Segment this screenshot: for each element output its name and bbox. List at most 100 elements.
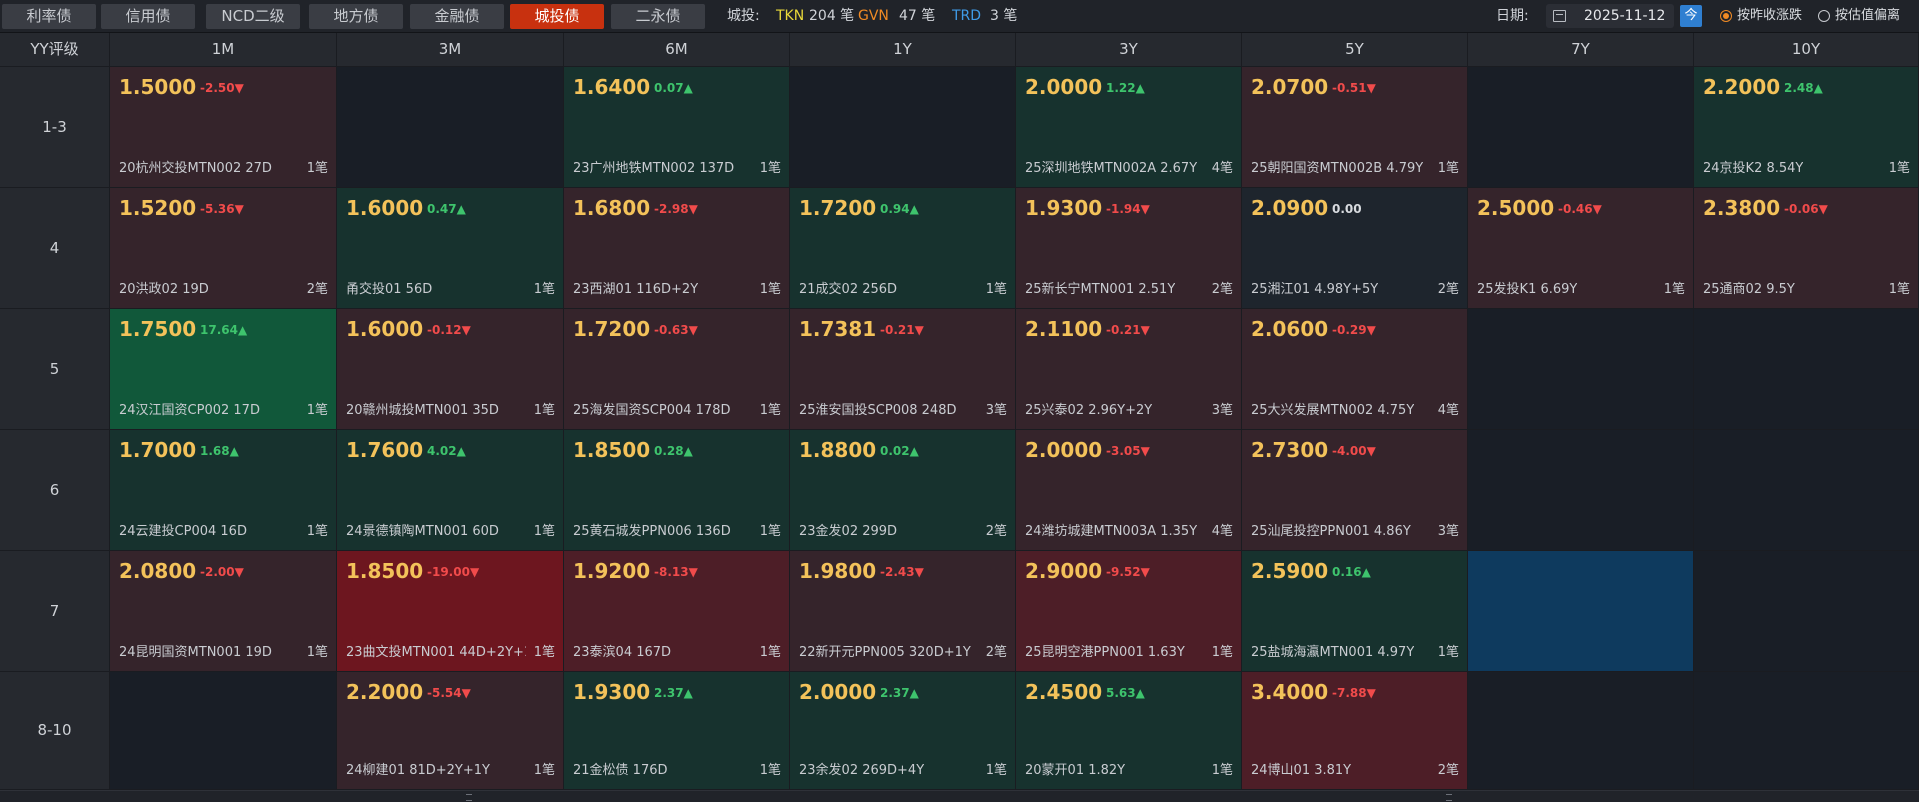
yield-value: 1.5200 bbox=[119, 196, 197, 220]
tab-rate-bonds[interactable]: 利率债 bbox=[2, 4, 96, 29]
trade-count: 2笔 bbox=[985, 641, 1007, 660]
quote-cell[interactable]: 2.5900 0.16▲ 25盐城海瀛MTN001 4.97Y 1笔 bbox=[1242, 551, 1467, 671]
quote-cell[interactable]: 2.0000 -3.05▼ 24潍坊城建MTN003A 1.35Y 4笔 bbox=[1016, 430, 1241, 550]
tab-financial-bonds[interactable]: 金融债 bbox=[410, 4, 504, 29]
quote-cell[interactable]: 1.6800 -2.98▼ 23西湖01 116D+2Y 1笔 bbox=[564, 188, 789, 308]
tab-perpetual-bonds[interactable]: 二永债 bbox=[611, 4, 705, 29]
change-value: -0.06▼ bbox=[1784, 202, 1828, 216]
trade-count: 1笔 bbox=[985, 278, 1007, 297]
bond-name: 25发投K1 6.69Y bbox=[1477, 282, 1578, 297]
quote-cell[interactable]: 2.0900 0.00 25湘江01 4.98Y+5Y 2笔 bbox=[1242, 188, 1467, 308]
bond-name: 20赣州城投MTN001 35D bbox=[346, 403, 499, 418]
quote-cell[interactable]: 2.0000 1.22▲ 25深圳地铁MTN002A 2.67Y 4笔 bbox=[1016, 67, 1241, 187]
quote-cell[interactable]: 1.7600 4.02▲ 24景德镇陶MTN001 60D 1笔 bbox=[337, 430, 563, 550]
quote-cell[interactable]: 2.9000 -9.52▼ 25昆明空港PPN001 1.63Y 1笔 bbox=[1016, 551, 1241, 671]
quote-cell[interactable]: 2.0700 -0.51▼ 25朝阳国资MTN002B 4.79Y 1笔 bbox=[1242, 67, 1467, 187]
splitter-grip-right[interactable] bbox=[1446, 794, 1452, 801]
quote-cell[interactable]: 3.4000 -7.88▼ 24博山01 3.81Y 2笔 bbox=[1242, 672, 1467, 789]
tab-lgfv-bonds[interactable]: 城投债 bbox=[510, 4, 604, 29]
quote-cell[interactable]: 2.2000 -5.54▼ 24柳建01 81D+2Y+1Y 1笔 bbox=[337, 672, 563, 789]
quote-cell[interactable]: 1.7000 1.68▲ 24云建投CP004 16D 1笔 bbox=[110, 430, 336, 550]
empty-cell[interactable] bbox=[1468, 67, 1693, 187]
column-header-3m[interactable]: 3M bbox=[337, 33, 563, 66]
empty-cell[interactable] bbox=[1468, 309, 1693, 429]
radio-valuation-deviation-label[interactable]: 按估值偏离 bbox=[1835, 0, 1900, 32]
quote-cell[interactable]: 1.8500 -19.00▼ 23曲文投MTN001 44D+2Y+1Y 1笔 bbox=[337, 551, 563, 671]
splitter-grip-left[interactable] bbox=[466, 794, 472, 801]
trade-count: 1笔 bbox=[306, 157, 328, 176]
change-value: -5.54▼ bbox=[427, 686, 471, 700]
quote-cell[interactable]: 1.6000 -0.12▼ 20赣州城投MTN001 35D 1笔 bbox=[337, 309, 563, 429]
quote-cell[interactable]: 1.8500 0.28▲ 25黄石城发PPN006 136D 1笔 bbox=[564, 430, 789, 550]
column-header-1y[interactable]: 1Y bbox=[790, 33, 1015, 66]
today-button[interactable]: 今 bbox=[1680, 5, 1702, 27]
tab-ncd-secondary[interactable]: NCD二级 bbox=[206, 4, 300, 29]
quote-cell[interactable]: 1.7200 0.94▲ 21成交02 256D 1笔 bbox=[790, 188, 1015, 308]
radio-prev-close-label[interactable]: 按昨收涨跌 bbox=[1737, 0, 1802, 32]
trade-count: 3笔 bbox=[1211, 399, 1233, 418]
empty-cell[interactable] bbox=[1694, 551, 1918, 671]
quote-cell[interactable]: 1.5000 -2.50▼ 20杭州交投MTN002 27D 1笔 bbox=[110, 67, 336, 187]
quote-cell[interactable]: 1.6400 0.07▲ 23广州地铁MTN002 137D 1笔 bbox=[564, 67, 789, 187]
quote-cell[interactable]: 1.7381 -0.21▼ 25淮安国投SCP008 248D 3笔 bbox=[790, 309, 1015, 429]
quote-cell[interactable]: 1.5200 -5.36▼ 20洪政02 19D 2笔 bbox=[110, 188, 336, 308]
quote-cell[interactable]: 1.9300 2.37▲ 21金松债 176D 1笔 bbox=[564, 672, 789, 789]
quote-cell[interactable]: 1.9300 -1.94▼ 25新长宁MTN001 2.51Y 2笔 bbox=[1016, 188, 1241, 308]
radio-valuation-deviation[interactable] bbox=[1818, 10, 1830, 22]
quote-cell[interactable]: 2.0000 2.37▲ 23余发02 269D+4Y 1笔 bbox=[790, 672, 1015, 789]
empty-cell[interactable] bbox=[337, 67, 563, 187]
quote-cell[interactable]: 2.5000 -0.46▼ 25发投K1 6.69Y 1笔 bbox=[1468, 188, 1693, 308]
quote-cell[interactable]: 2.4500 5.63▲ 20蒙开01 1.82Y 1笔 bbox=[1016, 672, 1241, 789]
bond-name: 24柳建01 81D+2Y+1Y bbox=[346, 763, 490, 778]
tab-credit-bonds[interactable]: 信用债 bbox=[101, 4, 195, 29]
quote-cell[interactable]: 2.3800 -0.06▼ 25通商02 9.5Y 1笔 bbox=[1694, 188, 1918, 308]
row-header-2: 5 bbox=[0, 309, 109, 429]
change-value: -7.88▼ bbox=[1332, 686, 1376, 700]
trade-count: 2笔 bbox=[1211, 278, 1233, 297]
change-value: -0.21▼ bbox=[880, 323, 924, 337]
empty-cell[interactable] bbox=[1694, 430, 1918, 550]
column-header-3y[interactable]: 3Y bbox=[1016, 33, 1241, 66]
empty-cell[interactable] bbox=[790, 67, 1015, 187]
empty-cell[interactable] bbox=[1468, 551, 1693, 671]
quote-cell[interactable]: 1.7500 17.64▲ 24汉江国资CP002 17D 1笔 bbox=[110, 309, 336, 429]
quote-cell[interactable]: 1.9800 -2.43▼ 22新开元PPN005 320D+1Y 2笔 bbox=[790, 551, 1015, 671]
row-header-0: 1-3 bbox=[0, 67, 109, 187]
empty-cell[interactable] bbox=[110, 672, 336, 789]
trade-count: 1笔 bbox=[1663, 278, 1685, 297]
change-value: -5.36▼ bbox=[200, 202, 244, 216]
quote-cell[interactable]: 1.9200 -8.13▼ 23泰滨04 167D 1笔 bbox=[564, 551, 789, 671]
quote-cell[interactable]: 2.2000 2.48▲ 24京投K2 8.54Y 1笔 bbox=[1694, 67, 1918, 187]
quote-cell[interactable]: 1.8800 0.02▲ 23金发02 299D 2笔 bbox=[790, 430, 1015, 550]
yield-value: 1.8500 bbox=[346, 559, 424, 583]
empty-cell[interactable] bbox=[1694, 672, 1918, 789]
bond-name: 20洪政02 19D bbox=[119, 282, 209, 297]
column-header-10y[interactable]: 10Y bbox=[1694, 33, 1918, 66]
bottom-scroll-area bbox=[0, 790, 1919, 802]
column-header-6m[interactable]: 6M bbox=[564, 33, 789, 66]
quote-cell[interactable]: 2.0600 -0.29▼ 25大兴发展MTN002 4.75Y 4笔 bbox=[1242, 309, 1467, 429]
bond-name: 甬交投01 56D bbox=[346, 282, 433, 297]
column-header-7y[interactable]: 7Y bbox=[1468, 33, 1693, 66]
tab-local-govt-bonds[interactable]: 地方债 bbox=[309, 4, 403, 29]
bond-name: 21成交02 256D bbox=[799, 282, 898, 297]
change-value: -0.63▼ bbox=[654, 323, 698, 337]
radio-prev-close[interactable] bbox=[1720, 10, 1732, 22]
bond-name: 24京投K2 8.54Y bbox=[1703, 161, 1804, 176]
bond-name: 24景德镇陶MTN001 60D bbox=[346, 524, 499, 539]
yield-value: 1.7200 bbox=[573, 317, 651, 341]
column-header-1m[interactable]: 1M bbox=[110, 33, 336, 66]
date-picker[interactable]: 2025-11-12 bbox=[1546, 4, 1674, 28]
quote-cell[interactable]: 1.7200 -0.63▼ 25海发国资SCP004 178D 1笔 bbox=[564, 309, 789, 429]
trd-label: TRD bbox=[952, 8, 982, 24]
column-header-5y[interactable]: 5Y bbox=[1242, 33, 1467, 66]
yield-value: 1.7200 bbox=[799, 196, 877, 220]
quote-cell[interactable]: 1.6000 0.47▲ 甬交投01 56D 1笔 bbox=[337, 188, 563, 308]
empty-cell[interactable] bbox=[1468, 672, 1693, 789]
empty-cell[interactable] bbox=[1694, 309, 1918, 429]
quote-cell[interactable]: 2.7300 -4.00▼ 25汕尾投控PPN001 4.86Y 3笔 bbox=[1242, 430, 1467, 550]
quote-cell[interactable]: 2.1100 -0.21▼ 25兴泰02 2.96Y+2Y 3笔 bbox=[1016, 309, 1241, 429]
bond-name: 25大兴发展MTN002 4.75Y bbox=[1251, 403, 1415, 418]
quote-cell[interactable]: 2.0800 -2.00▼ 24昆明国资MTN001 19D 1笔 bbox=[110, 551, 336, 671]
empty-cell[interactable] bbox=[1468, 430, 1693, 550]
